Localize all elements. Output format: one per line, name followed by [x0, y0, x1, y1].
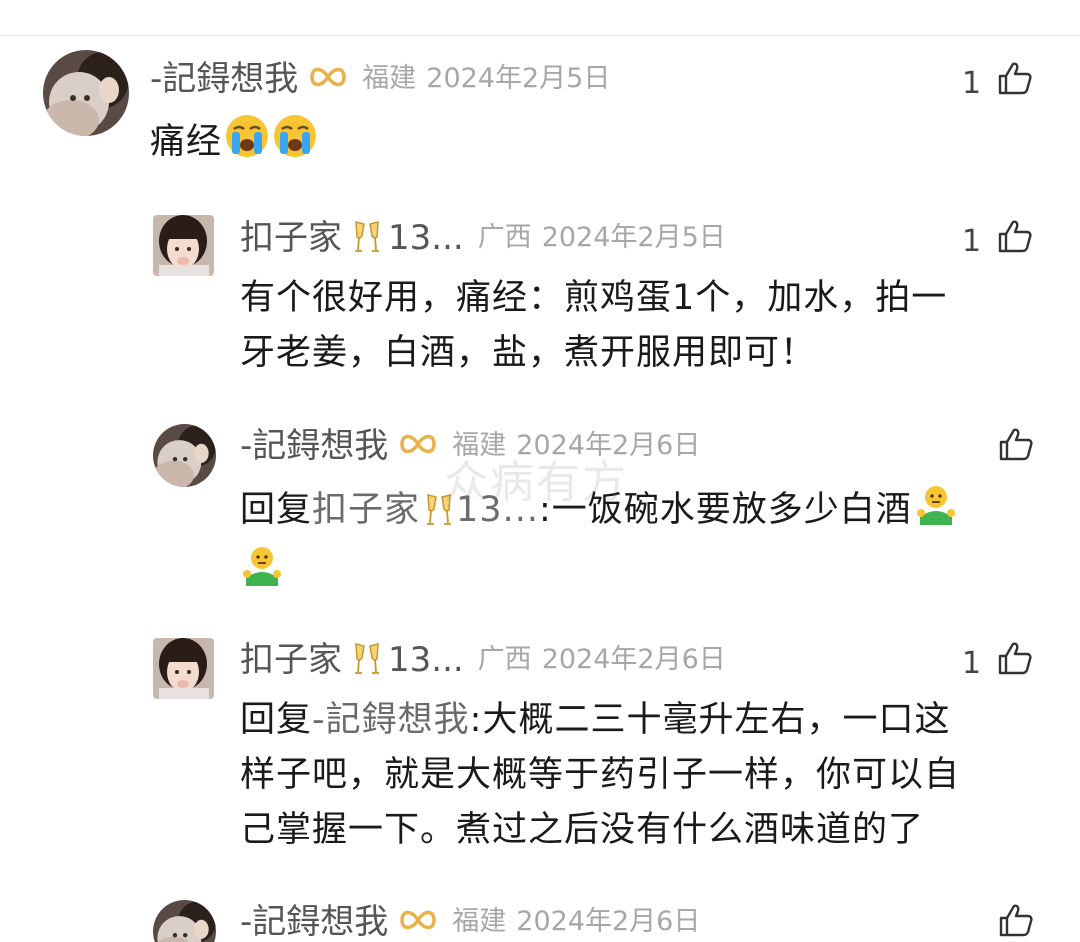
comment-header: -記鍀想我 福建 2024年2月6日 — [240, 902, 700, 942]
loudly-crying-face-icon — [224, 113, 270, 176]
date: 2024年2月5日 — [426, 63, 611, 94]
avatar[interactable] — [153, 215, 214, 276]
person-shrugging-icon — [240, 544, 284, 605]
like-button[interactable]: 1 — [962, 60, 1033, 107]
comment-text-line: 回复-記鍀想我:大概二三十毫升左右，一口这 — [240, 693, 1060, 748]
comment-text-line: 有个很好用，痛经：煎鸡蛋1个，加水，拍一 — [240, 278, 948, 318]
comment-text: 痛经 — [150, 113, 318, 176]
username[interactable]: 扣子家 — [240, 218, 342, 258]
avatar[interactable] — [153, 900, 216, 942]
thumbs-up-icon — [997, 640, 1033, 687]
comment-text-line: 己掌握一下。煮过之后没有什么酒味道的了 — [240, 810, 925, 850]
reply-target-username[interactable]: 扣子家 — [312, 490, 420, 530]
like-button[interactable]: 1 — [962, 640, 1033, 687]
like-count: 1 — [962, 65, 982, 101]
username[interactable]: -記鍀想我 — [240, 902, 388, 942]
comment-text-line — [240, 544, 1060, 605]
thumbs-up-icon — [998, 426, 1034, 473]
watermark: 众病有方 — [444, 457, 628, 508]
like-button[interactable] — [998, 426, 1034, 473]
avatar[interactable] — [153, 638, 214, 699]
infinity-badge-icon — [398, 906, 438, 938]
infinity-badge-icon — [308, 63, 348, 95]
champagne-glasses-icon — [350, 218, 384, 258]
thumbs-up-icon — [998, 902, 1034, 942]
username[interactable]: -記鍀想我 — [150, 59, 298, 99]
date: 2024年2月5日 — [541, 222, 726, 253]
reply-prefix: 回复 — [240, 490, 313, 530]
comment-text: 回复-記鍀想我:大概二三十毫升左右，一口这 样子吧，就是大概等于药引子一样，你可… — [240, 693, 1060, 858]
comment-thread: -記鍀想我 福建 2024年2月5日 1 痛经 扣子家 13... 广西 202… — [0, 0, 1080, 942]
reply-prefix: 回复 — [240, 700, 313, 740]
like-count: 1 — [962, 223, 982, 259]
comment-meta: 福建 2024年2月6日 — [452, 902, 700, 942]
top-divider — [0, 35, 1080, 36]
comment-meta: 福建 2024年2月5日 — [362, 59, 610, 99]
region: 福建 — [452, 906, 507, 937]
comment-text-content: :大概二三十毫升左右，一口这 — [469, 700, 951, 740]
reply-target-username[interactable]: -記鍀想我 — [312, 700, 470, 740]
region: 福建 — [362, 63, 417, 94]
comment-text-line: 牙老姜，白酒，盐，煮开服用即可！ — [240, 333, 817, 373]
thumbs-up-icon — [997, 218, 1033, 265]
comment-header: 扣子家 13... 广西 2024年2月5日 — [240, 218, 726, 258]
region: 广西 — [477, 222, 532, 253]
comment-meta: 广西 2024年2月5日 — [478, 218, 726, 258]
comment-text-line: 样子吧，就是大概等于药引子一样，你可以自 — [240, 755, 961, 795]
comment-text-content: 痛经 — [150, 122, 223, 162]
avatar[interactable] — [43, 50, 129, 136]
thumbs-up-icon — [997, 60, 1033, 107]
username[interactable]: -記鍀想我 — [240, 426, 388, 466]
date: 2024年2月6日 — [516, 906, 701, 937]
like-button[interactable] — [998, 902, 1034, 942]
like-count: 1 — [962, 645, 982, 681]
comment-header: -記鍀想我 福建 2024年2月5日 — [150, 59, 610, 99]
champagne-glasses-icon — [350, 640, 384, 680]
date: 2024年2月6日 — [541, 644, 726, 675]
username-suffix: 13... — [388, 218, 464, 258]
comment-text: 有个很好用，痛经：煎鸡蛋1个，加水，拍一 牙老姜，白酒，盐，煮开服用即可！ — [240, 271, 1050, 381]
person-shrugging-icon — [914, 483, 958, 544]
comment-text: 回复扣子家 13...:一饭碗水要放多少白酒 — [240, 483, 1060, 605]
username-suffix: 13... — [388, 640, 464, 680]
comment-header: 扣子家 13... 广西 2024年2月6日 — [240, 640, 726, 680]
like-button[interactable]: 1 — [962, 218, 1033, 265]
comment-text-line: 回复扣子家 13...:一饭碗水要放多少白酒 — [240, 483, 1060, 544]
region: 广西 — [477, 644, 532, 675]
avatar[interactable] — [153, 424, 216, 487]
comment-meta: 广西 2024年2月6日 — [478, 640, 726, 680]
loudly-crying-face-icon — [272, 113, 318, 176]
infinity-badge-icon — [398, 430, 438, 462]
username[interactable]: 扣子家 — [240, 640, 342, 680]
